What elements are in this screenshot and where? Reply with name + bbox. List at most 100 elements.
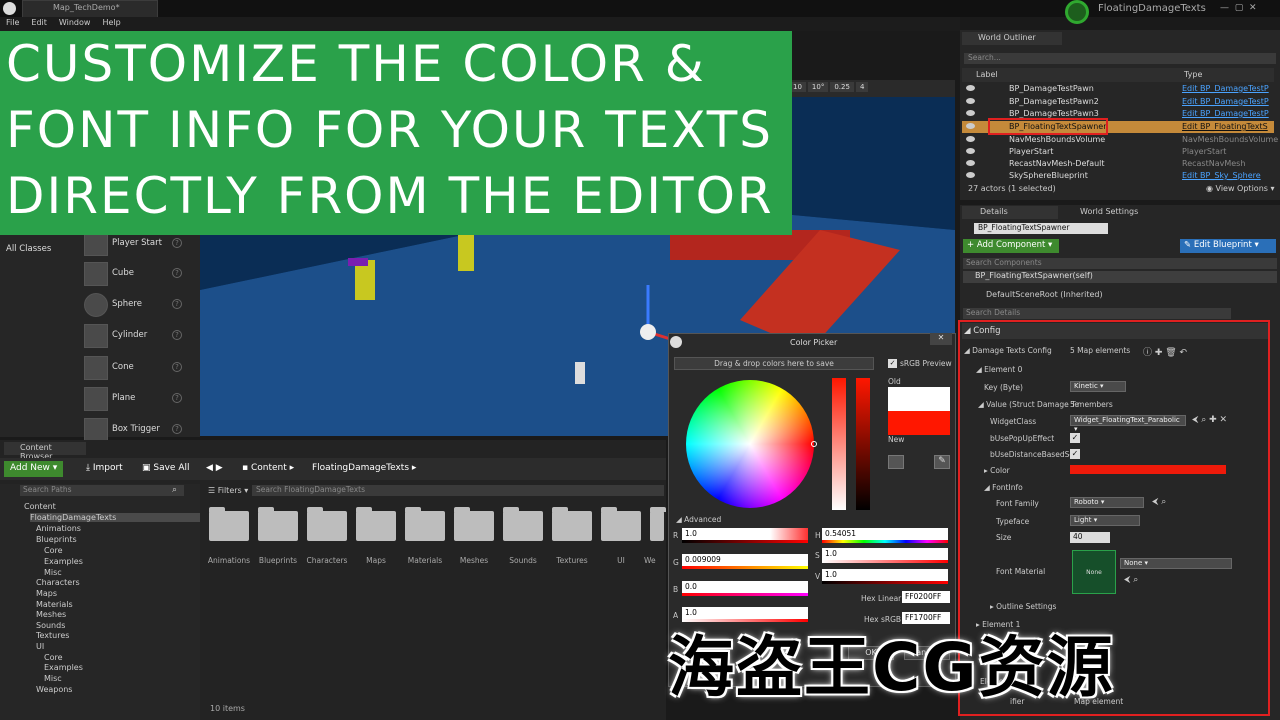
edit-blueprint-button[interactable]: ✎ Edit Blueprint ▾ [1180, 239, 1276, 253]
help-icon[interactable]: ? [172, 268, 182, 278]
map-actions[interactable]: ⓘ ✚ 🗑 ↶ [1143, 345, 1187, 358]
outliner-row[interactable]: RecastNavMesh-Default RecastNavMesh [962, 158, 1274, 170]
r-field[interactable]: 1.0 [682, 528, 808, 540]
actor-name-field[interactable]: BP_FloatingTextSpawner [974, 223, 1108, 234]
value-slider[interactable] [856, 378, 870, 510]
tree-item-characters[interactable]: Characters [36, 578, 80, 587]
tree-item-blueprints[interactable]: Blueprints [36, 535, 77, 544]
config-category-header[interactable] [962, 323, 1268, 339]
size-input[interactable]: 40 [1070, 532, 1110, 543]
tree-item-ui-examples[interactable]: Examples [44, 663, 83, 672]
component-self[interactable]: BP_FloatingTextSpawner(self) [963, 271, 1277, 283]
font-family-actions[interactable]: ⮜ ⌕ [1152, 497, 1166, 507]
details-tab[interactable]: Details [962, 206, 1058, 219]
path-floating-damage-texts[interactable]: FloatingDamageTexts ▸ [306, 461, 422, 477]
menu-edit[interactable]: Edit [25, 17, 53, 27]
tree-item-ui[interactable]: UI [36, 642, 44, 651]
folder-icon[interactable] [650, 507, 666, 541]
tree-item-examples[interactable]: Examples [44, 557, 83, 566]
typeface-dropdown[interactable]: Light ▾ [1070, 515, 1140, 526]
color-wheel-cursor[interactable] [811, 441, 817, 447]
visibility-eye-icon[interactable] [966, 110, 975, 116]
help-icon[interactable]: ? [172, 393, 182, 403]
outliner-row[interactable]: BP_DamageTestPawn2 Edit BP_DamageTestP [962, 96, 1274, 108]
world-outliner-tab[interactable]: World Outliner [962, 32, 1062, 45]
camera-speed-value[interactable]: 4 [855, 82, 869, 92]
key-dropdown[interactable]: Kinetic ▾ [1070, 381, 1126, 392]
distance-based-checkbox[interactable]: ✓ [1070, 449, 1080, 459]
folder-icon[interactable] [307, 507, 347, 541]
tree-item-core[interactable]: Core [44, 546, 63, 555]
tree-item-ui-misc[interactable]: Misc [44, 674, 62, 683]
place-item-sphere[interactable]: Sphere? [80, 291, 192, 319]
content-browser-tab[interactable]: Content Browser [4, 442, 86, 461]
scale-snap-value[interactable]: 0.25 [830, 82, 854, 92]
rotation-snap-value[interactable]: 10° [807, 82, 829, 92]
add-new-button[interactable]: Add New ▾ [4, 461, 64, 477]
tree-item-floating-damage-texts[interactable]: FloatingDamageTexts [30, 513, 200, 522]
actor-type-link[interactable]: Edit BP_Sky_Sphere [1182, 171, 1261, 180]
save-all-button[interactable]: ▣ Save All [136, 461, 196, 477]
font-material-dropdown[interactable]: None ▾ [1120, 558, 1232, 569]
folder-icon[interactable] [258, 507, 298, 541]
widget-class-dropdown[interactable]: Widget_FloatingText_Parabolic ▾ [1070, 415, 1186, 433]
search-paths-input[interactable]: Search Paths [20, 485, 184, 496]
component-default-scene-root[interactable]: DefaultSceneRoot (Inherited) [986, 290, 1103, 299]
visibility-eye-icon[interactable] [966, 148, 975, 154]
s-field[interactable]: 1.0 [822, 548, 948, 560]
popup-effect-checkbox[interactable]: ✓ [1070, 433, 1080, 443]
folder-icon[interactable] [601, 507, 641, 541]
actor-type-link[interactable]: Edit BP_DamageTestP [1182, 84, 1269, 93]
visibility-eye-icon[interactable] [966, 160, 975, 166]
element-0[interactable]: ◢ Element 0 [976, 365, 1022, 374]
outliner-row[interactable]: SkySphereBlueprint Edit BP_Sky_Sphere [962, 170, 1274, 182]
hex-linear-field[interactable]: FF0200FF [902, 591, 950, 603]
help-icon[interactable]: ? [172, 424, 182, 434]
help-icon[interactable]: ? [172, 362, 182, 372]
visibility-eye-icon[interactable] [966, 136, 975, 142]
folder-icon[interactable] [552, 507, 592, 541]
place-item-plane[interactable]: Plane? [80, 385, 192, 413]
actor-type-link[interactable]: Edit BP_FloatingTextS [1182, 122, 1268, 131]
folder-icon[interactable] [356, 507, 396, 541]
font-family-dropdown[interactable]: Roboto ▾ [1070, 497, 1144, 508]
tree-item-content[interactable]: Content [24, 502, 56, 511]
b-field[interactable]: 0.0 [682, 581, 808, 593]
folder-icon[interactable] [454, 507, 494, 541]
actor-type-link[interactable]: Edit BP_DamageTestP [1182, 97, 1269, 106]
outliner-row[interactable]: NavMeshBoundsVolume NavMeshBoundsVolume [962, 134, 1278, 146]
place-item-cylinder[interactable]: Cylinder? [80, 322, 192, 350]
tree-item-weapons[interactable]: Weapons [36, 685, 72, 694]
world-settings-tab[interactable]: World Settings [1064, 206, 1160, 219]
visibility-eye-icon[interactable] [966, 85, 975, 91]
col-type-header[interactable]: Type [1184, 70, 1202, 79]
outline-settings[interactable]: ▸ Outline Settings [990, 602, 1056, 611]
filters-button[interactable]: ☰ Filters ▾ [208, 486, 248, 495]
asset-search-input[interactable]: Search FloatingDamageTexts [252, 485, 664, 496]
add-component-button[interactable]: + Add Component ▾ [963, 239, 1059, 253]
folder-icon[interactable] [405, 507, 445, 541]
window-controls[interactable]: — ▢ ✕ [1220, 3, 1257, 13]
outliner-row[interactable]: BP_DamageTestPawn Edit BP_DamageTestP [962, 83, 1274, 95]
folder-icon[interactable] [209, 507, 249, 541]
search-components-input[interactable]: Search Components [963, 258, 1277, 269]
v-field[interactable]: 1.0 [822, 569, 948, 581]
tree-item-ui-core[interactable]: Core [44, 653, 63, 662]
visibility-eye-icon[interactable] [966, 172, 975, 178]
level-tab[interactable]: Map_TechDemo* [22, 0, 158, 17]
col-label-header[interactable]: Label [976, 70, 998, 79]
search-details-input[interactable]: Search Details [963, 308, 1231, 319]
place-item-cone[interactable]: Cone? [80, 354, 192, 382]
color-themes-icon[interactable] [888, 455, 904, 469]
widget-class-actions[interactable]: ⮜ ⌕ ✚ ✕ [1192, 415, 1227, 425]
visibility-eye-icon[interactable] [966, 98, 975, 104]
visibility-eye-icon[interactable] [966, 123, 975, 129]
tree-item-meshes[interactable]: Meshes [36, 610, 66, 619]
import-button[interactable]: ⤓ Import [80, 461, 129, 477]
view-options-button[interactable]: ◉ View Options ▾ [1206, 184, 1275, 193]
close-icon[interactable]: ✕ [930, 333, 952, 345]
help-icon[interactable]: ? [172, 299, 182, 309]
path-content[interactable]: ▪ Content ▸ [236, 461, 300, 477]
tree-item-sounds[interactable]: Sounds [36, 621, 65, 630]
srgb-preview-checkbox[interactable]: ✓ [888, 359, 897, 368]
